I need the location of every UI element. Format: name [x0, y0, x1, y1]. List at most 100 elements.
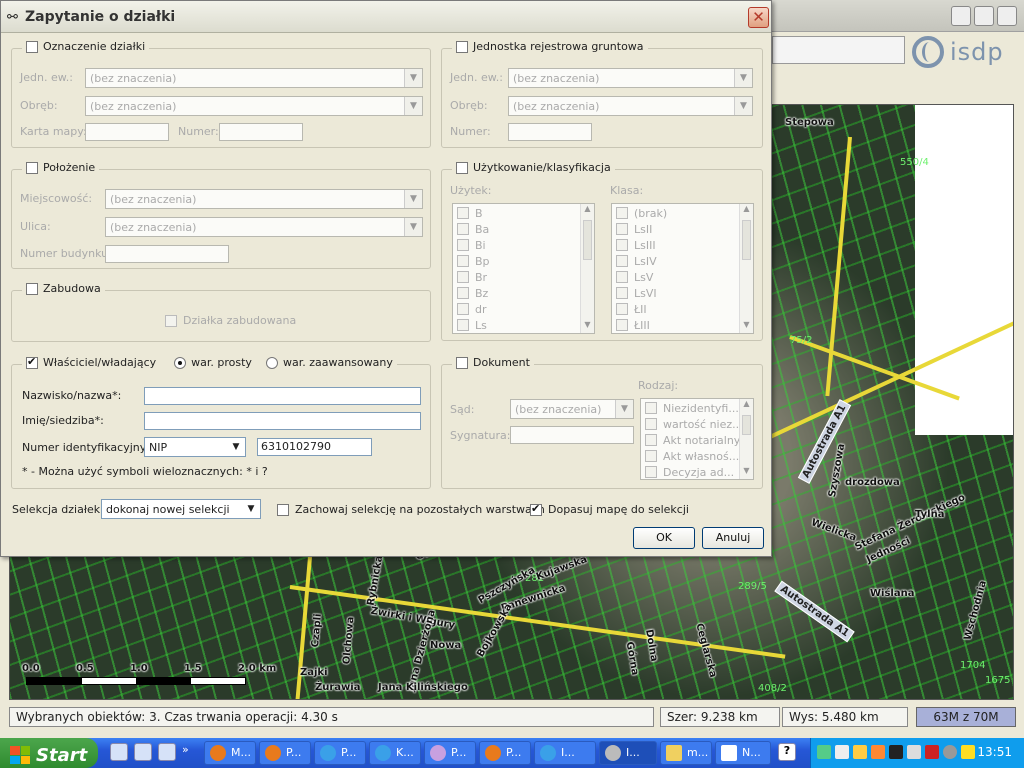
jednostka-checkbox[interactable]	[456, 40, 468, 53]
taskbar-button[interactable]: N...	[715, 741, 771, 765]
tray-icon[interactable]	[835, 745, 849, 759]
memory-indicator[interactable]: 63M z 70M	[916, 707, 1016, 727]
nazwisko-input[interactable]	[144, 387, 421, 405]
list-item[interactable]: B	[457, 206, 483, 220]
list-item[interactable]: Decyzja ad...	[645, 465, 734, 479]
quicklaunch-icon[interactable]	[134, 743, 152, 761]
uzytek-list[interactable]: B Ba Bi Bp Br Bz dr Ls ▲ ▼	[452, 203, 595, 334]
uzytkowanie-legend[interactable]: Użytkowanie/klasyfikacja	[452, 161, 615, 174]
numer-id-input[interactable]: 6310102790	[257, 438, 372, 456]
rodzaj-scrollbar[interactable]: ▲ ▼	[739, 399, 753, 479]
ok-button[interactable]: OK	[633, 527, 695, 549]
jednostka-group: Jednostka rejestrowa gruntowa Jedn. ew.:…	[441, 40, 763, 148]
selekcja-select[interactable]: dokonaj nowej selekcji ▼	[101, 499, 261, 519]
zabudowa-checkbox[interactable]	[26, 282, 38, 295]
polozenie-legend[interactable]: Położenie	[22, 161, 100, 174]
tray-icon[interactable]	[961, 745, 975, 759]
wlasciciel-legend[interactable]: Właściciel/władający war. prosty war. za…	[22, 355, 397, 369]
oznaczenie-legend[interactable]: Oznaczenie działki	[22, 40, 150, 53]
quicklaunch-icon[interactable]	[158, 743, 176, 761]
klasa-scrollbar[interactable]: ▲ ▼	[739, 204, 753, 333]
list-item[interactable]: Bz	[457, 286, 488, 300]
tray-icon[interactable]	[925, 745, 939, 759]
minimize-button[interactable]	[951, 6, 971, 26]
list-item[interactable]: (brak)	[616, 206, 667, 220]
rodzaj-list[interactable]: Niezidentyfi... wartość niez... Akt nota…	[640, 398, 754, 480]
wlasciciel-checkbox[interactable]	[26, 355, 38, 369]
speaker-icon[interactable]	[907, 745, 921, 759]
tray-icon[interactable]	[817, 745, 831, 759]
tray-icon[interactable]	[871, 745, 885, 759]
jr-obreb-select[interactable]: (bez znaczenia) ▼	[508, 96, 753, 116]
list-item[interactable]: Ls	[457, 318, 487, 332]
karta-input[interactable]	[85, 123, 169, 141]
zabudowa-legend[interactable]: Zabudowa	[22, 282, 105, 295]
list-item[interactable]: wartość niez...	[645, 417, 743, 431]
polozenie-checkbox[interactable]	[26, 161, 38, 174]
uzytkowanie-checkbox[interactable]	[456, 161, 468, 174]
tray-icon[interactable]	[943, 745, 957, 759]
imie-input[interactable]	[144, 412, 421, 430]
budynek-input[interactable]	[105, 245, 229, 263]
sad-select[interactable]: (bez znaczenia) ▼	[510, 399, 634, 419]
list-item[interactable]: ŁII	[616, 302, 647, 316]
zabudowana-checkbox[interactable]: Działka zabudowana	[165, 314, 296, 327]
dokument-legend[interactable]: Dokument	[452, 356, 534, 369]
tray-icon[interactable]	[889, 745, 903, 759]
simple-mode-radio[interactable]	[174, 356, 187, 369]
quicklaunch-icon[interactable]	[110, 743, 128, 761]
map-label: 1704	[960, 660, 986, 671]
zachowaj-checkbox[interactable]: Zachowaj selekcję na pozostałych warstwa…	[277, 503, 545, 516]
numer-input[interactable]	[219, 123, 303, 141]
close-window-button[interactable]	[997, 6, 1017, 26]
list-item[interactable]: dr	[457, 302, 487, 316]
list-item[interactable]: LsIV	[616, 254, 657, 268]
taskbar-button[interactable]: P...	[314, 741, 366, 765]
oznaczenie-checkbox[interactable]	[26, 40, 38, 53]
dialog-close-button[interactable]: ✕	[748, 7, 769, 28]
list-item[interactable]: Akt własnoś...	[645, 449, 739, 463]
uzytek-scrollbar[interactable]: ▲ ▼	[580, 204, 594, 333]
sygnatura-input[interactable]	[510, 426, 634, 444]
obreb-select[interactable]: (bez znaczenia) ▼	[85, 96, 423, 116]
jr-jedn-select[interactable]: (bez znaczenia) ▼	[508, 68, 753, 88]
start-button[interactable]: Start	[0, 738, 98, 768]
quicklaunch-more-icon[interactable]: »	[182, 743, 200, 761]
list-item[interactable]: ŁIII	[616, 318, 650, 332]
taskbar-button-active[interactable]: I...	[599, 741, 657, 765]
taskbar-button[interactable]: I...	[534, 741, 596, 765]
list-item[interactable]: Br	[457, 270, 487, 284]
id-type-select[interactable]: NIP ▼	[144, 437, 246, 457]
jr-numer-input[interactable]	[508, 123, 592, 141]
list-item[interactable]: LsV	[616, 270, 653, 284]
taskbar-button[interactable]: m...	[660, 741, 712, 765]
jednostka-legend[interactable]: Jednostka rejestrowa gruntowa	[452, 40, 648, 53]
list-item[interactable]: Akt notarialny	[645, 433, 740, 447]
dokument-checkbox[interactable]	[456, 356, 468, 369]
taskbar-button[interactable]: P...	[479, 741, 531, 765]
toolbar-field[interactable]	[772, 36, 905, 64]
oznaczenie-group: Oznaczenie działki Jedn. ew.: (bez znacz…	[11, 40, 431, 148]
list-item[interactable]: LsII	[616, 222, 652, 236]
taskbar-button[interactable]: P...	[259, 741, 311, 765]
list-item[interactable]: Bp	[457, 254, 490, 268]
cancel-button[interactable]: Anuluj	[702, 527, 764, 549]
advanced-mode-radio[interactable]	[265, 356, 278, 369]
taskbar-button[interactable]: P...	[424, 741, 476, 765]
jedn-select[interactable]: (bez znaczenia) ▼	[85, 68, 423, 88]
list-item[interactable]: Bi	[457, 238, 486, 252]
list-item[interactable]: Niezidentyfi...	[645, 401, 739, 415]
clock[interactable]: 13:51	[977, 745, 1012, 759]
dopasuj-checkbox[interactable]: Dopasuj mapę do selekcji	[530, 502, 689, 516]
taskbar-button[interactable]: K...	[369, 741, 421, 765]
ulica-select[interactable]: (bez znaczenia) ▼	[105, 217, 423, 237]
miejscowosc-select[interactable]: (bez znaczenia) ▼	[105, 189, 423, 209]
list-item[interactable]: Ba	[457, 222, 489, 236]
maximize-button[interactable]	[974, 6, 994, 26]
tray-icon[interactable]	[853, 745, 867, 759]
list-item[interactable]: LsIII	[616, 238, 656, 252]
klasa-list[interactable]: (brak) LsII LsIII LsIV LsV LsVI ŁII ŁIII…	[611, 203, 754, 334]
taskbar-button[interactable]: M...	[204, 741, 256, 765]
list-item[interactable]: LsVI	[616, 286, 657, 300]
help-icon[interactable]: ?	[778, 743, 796, 761]
